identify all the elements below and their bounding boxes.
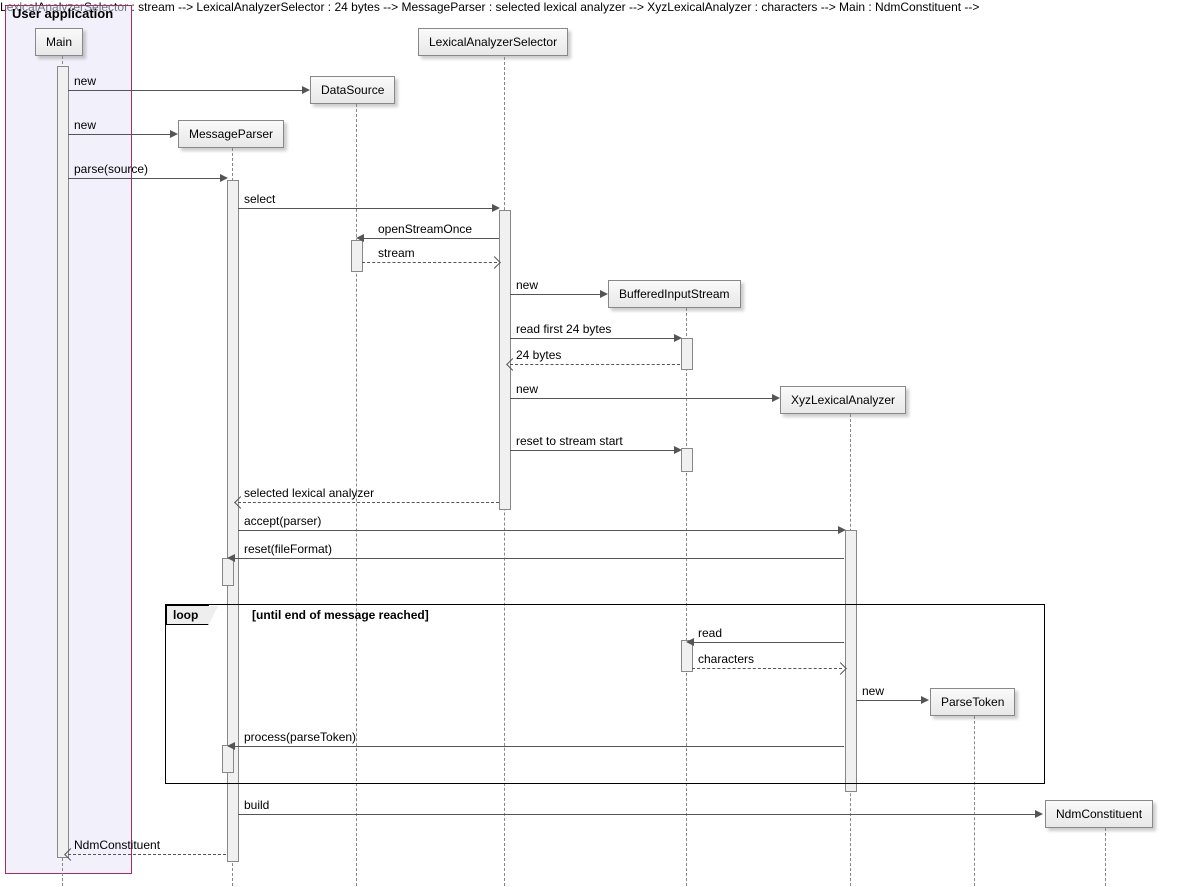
activation-buffered-stream-read24 bbox=[681, 338, 693, 370]
arrow-openstreamonce bbox=[362, 238, 499, 239]
arrow-build-head bbox=[1035, 810, 1043, 818]
arrow-selected-lexer bbox=[238, 502, 499, 503]
arrow-new-messageparser-head bbox=[170, 130, 178, 138]
activation-message-parser-reset bbox=[222, 558, 234, 586]
participant-xyz-lexer: XyzLexicalAnalyzer bbox=[780, 386, 906, 414]
arrow-reset-fileformat bbox=[233, 558, 844, 559]
msg-select: select bbox=[244, 192, 275, 206]
msg-build: build bbox=[244, 798, 269, 812]
msg-reset-fileformat: reset(fileFormat) bbox=[244, 542, 332, 556]
participant-ndm-constituent: NdmConstituent bbox=[1045, 800, 1153, 828]
participant-buffered-stream: BufferedInputStream bbox=[608, 280, 741, 308]
msg-bytes24: 24 bytes bbox=[516, 348, 561, 362]
arrow-select bbox=[238, 208, 498, 209]
arrow-new-messageparser bbox=[68, 134, 175, 135]
arrow-new-parsetoken-head bbox=[921, 696, 929, 704]
arrow-stream bbox=[362, 262, 497, 263]
msg-stream: stream bbox=[378, 246, 415, 260]
msg-read24: read first 24 bytes bbox=[516, 322, 611, 336]
arrow-process-parsetoken bbox=[233, 746, 844, 747]
arrow-new-bufferedstream bbox=[510, 294, 605, 295]
msg-new-parsetoken: new bbox=[862, 684, 884, 698]
msg-new-xyz: new bbox=[516, 382, 538, 396]
arrow-read24-head bbox=[674, 334, 682, 342]
msg-ndm-return: NdmConstituent bbox=[74, 838, 160, 852]
arrow-reset-stream-start-head bbox=[674, 446, 682, 454]
group-user-application-label: User application bbox=[8, 4, 117, 23]
arrow-read24 bbox=[510, 338, 680, 339]
arrow-select-head bbox=[492, 204, 500, 212]
arrow-parse-source-head bbox=[220, 174, 228, 182]
msg-process-parsetoken: process(parseToken) bbox=[244, 730, 356, 744]
arrow-accept-parser-head bbox=[838, 526, 846, 534]
activation-buffered-stream-reset bbox=[681, 448, 693, 472]
activation-main bbox=[57, 66, 69, 858]
participant-main: Main bbox=[35, 28, 83, 56]
lifeline-buffered-stream bbox=[686, 308, 687, 886]
msg-characters: characters bbox=[698, 652, 754, 666]
arrow-accept-parser bbox=[238, 530, 844, 531]
arrow-bytes24 bbox=[510, 364, 680, 365]
arrow-reset-stream-start bbox=[510, 450, 680, 451]
msg-new-bufferedstream: new bbox=[516, 278, 538, 292]
msg-parse-source: parse(source) bbox=[74, 162, 148, 176]
arrow-build bbox=[238, 814, 1040, 815]
arrow-process-parsetoken-head bbox=[227, 742, 235, 750]
arrow-characters bbox=[692, 668, 842, 669]
arrow-new-xyz bbox=[510, 398, 777, 399]
loop-fragment bbox=[165, 604, 1045, 784]
loop-label: loop bbox=[166, 605, 209, 625]
arrow-new-datasource bbox=[68, 90, 308, 91]
msg-new-messageparser: new bbox=[74, 118, 96, 132]
arrow-parse-source bbox=[68, 178, 226, 179]
participant-message-parser: MessageParser bbox=[178, 120, 284, 148]
arrow-new-bufferedstream-head bbox=[600, 290, 608, 298]
msg-accept-parser: accept(parser) bbox=[244, 514, 321, 528]
arrow-reset-fileformat-head bbox=[227, 554, 235, 562]
arrow-new-parsetoken bbox=[856, 700, 926, 701]
msg-openstreamonce: openStreamOnce bbox=[378, 222, 472, 236]
msg-new-datasource: new bbox=[74, 74, 96, 88]
arrow-new-datasource-head bbox=[302, 86, 310, 94]
arrow-read-loop bbox=[692, 642, 844, 643]
arrow-ndm-return bbox=[68, 854, 226, 855]
msg-read-loop: read bbox=[698, 626, 722, 640]
lifeline-ndm-constituent bbox=[1105, 828, 1106, 886]
participant-lexical-selector: LexicalAnalyzerSelector bbox=[418, 28, 568, 56]
arrow-read-loop-head bbox=[686, 638, 694, 646]
participant-data-source: DataSource bbox=[310, 76, 395, 104]
arrow-openstreamonce-head bbox=[356, 234, 364, 242]
loop-condition: [until end of message reached] bbox=[252, 608, 429, 622]
msg-reset-stream-start: reset to stream start bbox=[516, 434, 623, 448]
arrow-new-xyz-head bbox=[772, 394, 780, 402]
msg-selected-lexer: selected lexical analyzer bbox=[244, 486, 374, 500]
activation-data-source-openstream bbox=[351, 240, 363, 272]
